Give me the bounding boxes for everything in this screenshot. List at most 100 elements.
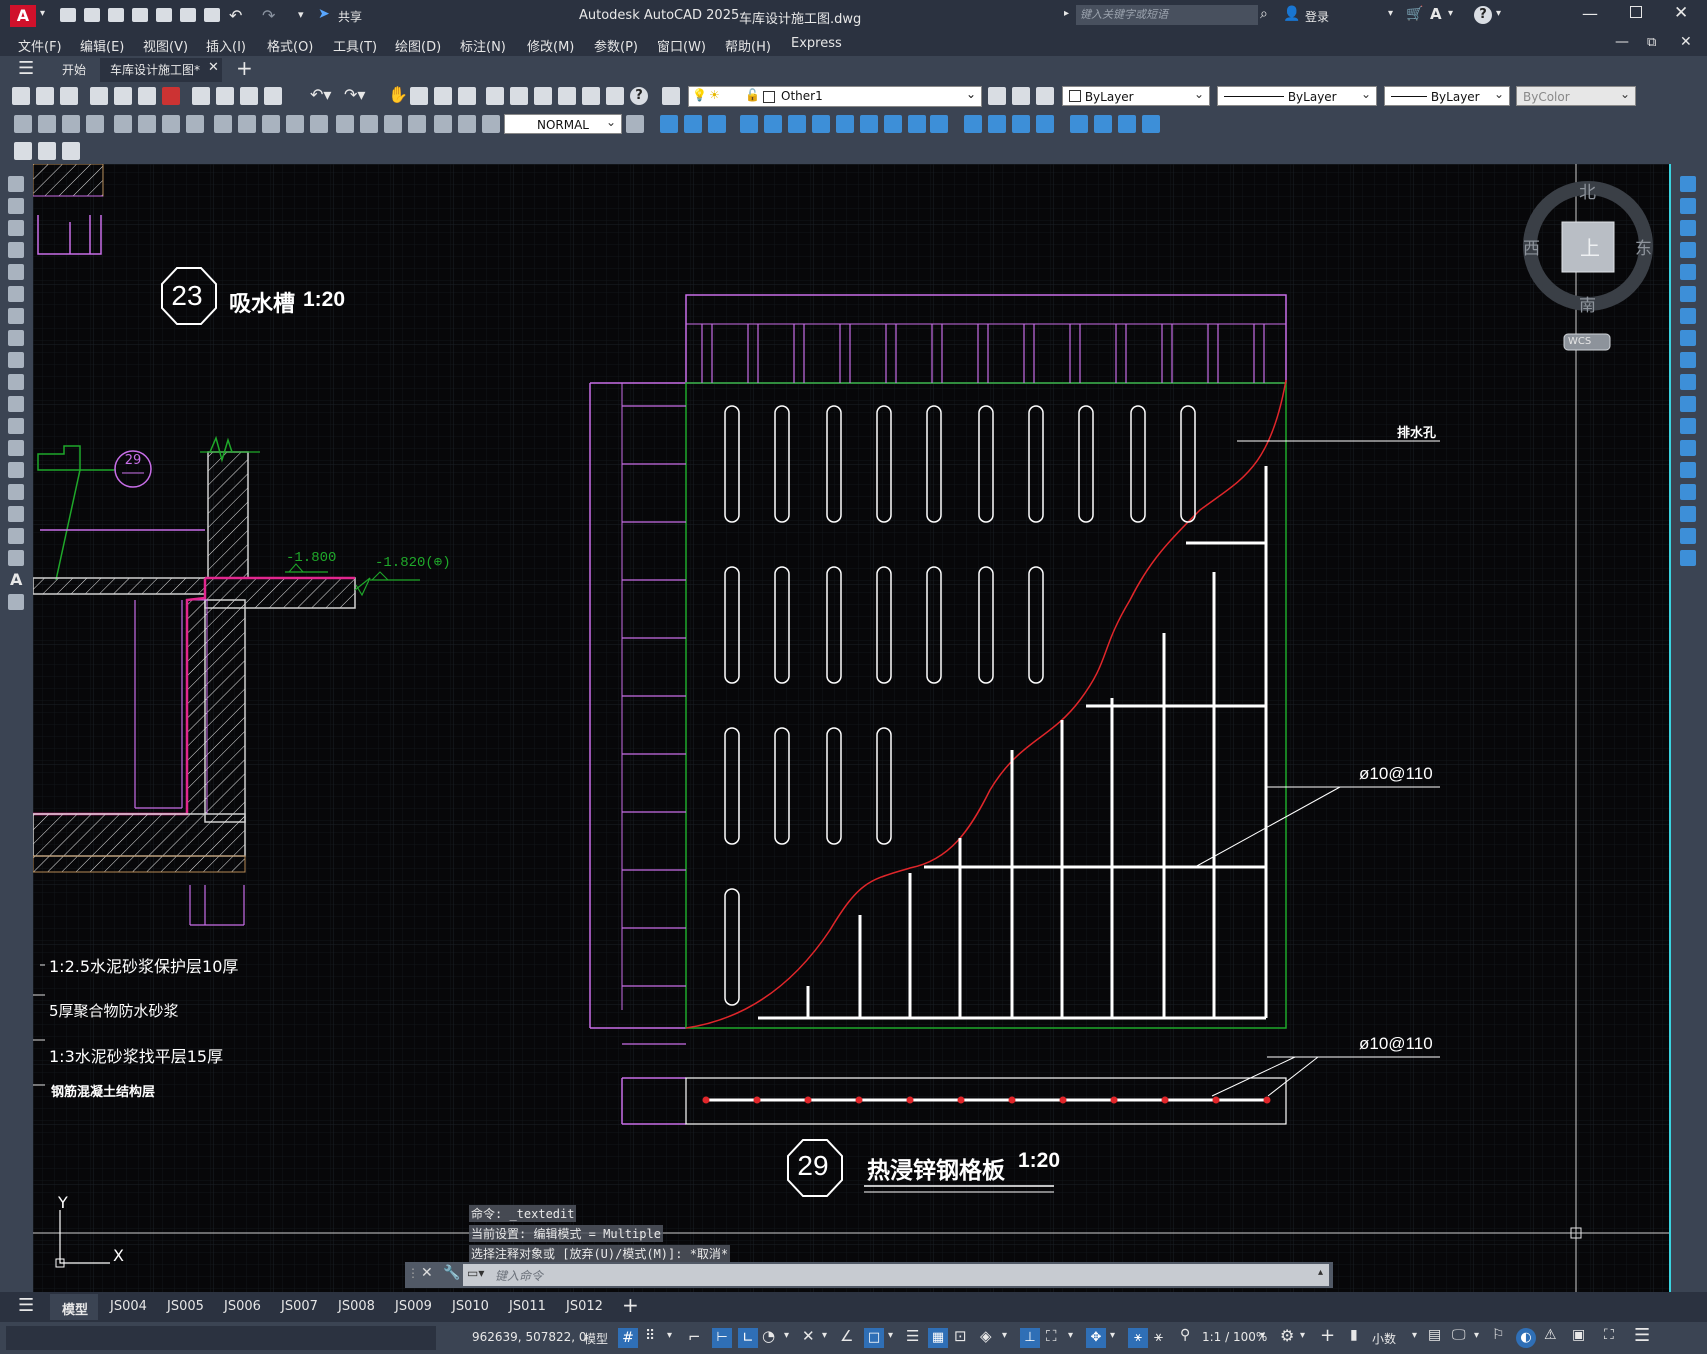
- dynamic-ucs-icon[interactable]: ⊥: [1020, 1328, 1040, 1348]
- view-top-icon[interactable]: [964, 115, 982, 133]
- spline-icon[interactable]: [8, 352, 24, 368]
- autoscale-icon[interactable]: ⚹: [1154, 1327, 1163, 1345]
- open-file-icon[interactable]: [84, 8, 100, 22]
- quick-dim-icon[interactable]: [214, 115, 232, 133]
- viewcube-top-label[interactable]: 上: [1580, 232, 1600, 261]
- redo-icon[interactable]: ↷: [262, 6, 275, 25]
- chamfer-icon[interactable]: [1680, 484, 1696, 500]
- object-snap-icon[interactable]: □: [864, 1328, 884, 1348]
- help-chevron-icon[interactable]: ▾: [1496, 8, 1501, 19]
- save-web-icon[interactable]: [180, 8, 196, 22]
- layer-dropdown[interactable]: 💡 ☀ 🔓 Other1 ⌄: [688, 86, 982, 107]
- dynamic-input-icon[interactable]: ⊢: [712, 1328, 732, 1348]
- dim-angular-icon[interactable]: [186, 115, 204, 133]
- ucs-view-icon[interactable]: [764, 115, 782, 133]
- menu-file[interactable]: 文件(F): [18, 36, 62, 55]
- view-bottom-icon[interactable]: [988, 115, 1006, 133]
- minimize-button[interactable]: —: [1582, 4, 1598, 23]
- object-snap-tracking-icon[interactable]: ∠: [840, 1327, 853, 1345]
- explode-icon[interactable]: [1680, 550, 1696, 566]
- customization-icon[interactable]: ☰: [1634, 1325, 1650, 1346]
- menu-parametric[interactable]: 参数(P): [594, 36, 638, 55]
- insert-block-icon[interactable]: [8, 418, 24, 434]
- menu-format[interactable]: 格式(O): [267, 36, 313, 55]
- menu-help[interactable]: 帮助(H): [725, 36, 771, 55]
- plot-toolbar-icon[interactable]: [90, 87, 108, 105]
- make-current-icon[interactable]: [988, 87, 1006, 105]
- qsave-icon[interactable]: [60, 87, 78, 105]
- layout-tab-js008[interactable]: JS008: [338, 1299, 375, 1314]
- break-at-point-icon[interactable]: [1680, 418, 1696, 434]
- model-space-toggle[interactable]: 模型: [584, 1330, 608, 1347]
- lock-ui-chevron-icon[interactable]: ▾: [1474, 1330, 1479, 1341]
- dim-update-icon[interactable]: [482, 115, 500, 133]
- annotation-scale-value[interactable]: 1:1 / 100%: [1202, 1330, 1267, 1344]
- annotation-scale-chevron-icon[interactable]: ▾: [1260, 1330, 1265, 1341]
- close-button[interactable]: ✕: [1674, 3, 1688, 23]
- tab-start[interactable]: 开始: [62, 61, 86, 78]
- zoom-previous-icon[interactable]: [458, 87, 476, 105]
- new-file-icon[interactable]: [60, 8, 76, 22]
- ucs-apply-icon[interactable]: [930, 115, 948, 133]
- login-button[interactable]: 登录: [1305, 8, 1329, 25]
- maximize-button[interactable]: [1630, 6, 1642, 18]
- stretch-icon[interactable]: [1680, 352, 1696, 368]
- ortho-mode-icon[interactable]: ∟: [738, 1328, 758, 1348]
- doc-restore-button[interactable]: ⧉: [1647, 35, 1656, 50]
- viewcube-west[interactable]: 西: [1523, 234, 1540, 259]
- search-input[interactable]: 键入关键字或短语: [1076, 5, 1258, 25]
- layout-tab-js011[interactable]: JS011: [509, 1299, 546, 1314]
- redo-toolbar-icon[interactable]: ↷▾: [344, 85, 365, 104]
- ucs-world-icon[interactable]: [660, 115, 678, 133]
- ucs-y-icon[interactable]: [884, 115, 902, 133]
- add-selected-icon[interactable]: [8, 594, 24, 610]
- drawing-svg[interactable]: [33, 164, 1669, 1292]
- selection-cycling-icon[interactable]: ⊡: [954, 1327, 967, 1345]
- multiline-text-icon[interactable]: A: [10, 570, 22, 589]
- dim-jogged-icon[interactable]: [138, 115, 156, 133]
- annotation-monitor-icon[interactable]: +: [1320, 1325, 1335, 1346]
- units-icon[interactable]: ▮: [1350, 1327, 1358, 1343]
- infer-constraints-icon[interactable]: ⌐: [688, 1328, 701, 1346]
- point-icon[interactable]: [8, 462, 24, 478]
- dim-text-edit-icon[interactable]: [458, 115, 476, 133]
- zoom-realtime-icon[interactable]: [410, 87, 428, 105]
- autodesk-a-icon[interactable]: A: [1430, 5, 1442, 23]
- dim-aligned-icon[interactable]: [38, 115, 56, 133]
- customize-qat-icon[interactable]: ▾: [298, 8, 304, 21]
- user-icon[interactable]: 👤: [1283, 6, 1300, 22]
- menu-insert[interactable]: 插入(I): [206, 36, 246, 55]
- save-icon[interactable]: [108, 8, 124, 22]
- layout-menu-icon[interactable]: ☰: [18, 1295, 34, 1316]
- view-front-icon[interactable]: [1070, 115, 1088, 133]
- grid-toggle-icon[interactable]: #: [618, 1328, 638, 1348]
- view-se-icon[interactable]: [1142, 115, 1160, 133]
- lock-ui-icon[interactable]: 🖵: [1452, 1327, 1466, 1343]
- open-icon[interactable]: [36, 87, 54, 105]
- inspection-icon[interactable]: [384, 115, 402, 133]
- menu-tools[interactable]: 工具(T): [333, 36, 377, 55]
- offset-icon[interactable]: [1680, 242, 1696, 258]
- block-editor-icon[interactable]: [14, 142, 32, 160]
- save-as-icon[interactable]: [132, 8, 148, 22]
- revcloud-icon[interactable]: [8, 330, 24, 346]
- menu-view[interactable]: 视图(V): [143, 36, 188, 55]
- dim-style-manager-icon[interactable]: [626, 115, 644, 133]
- object-snap-chevron-icon[interactable]: ▾: [888, 1330, 893, 1341]
- plot-icon[interactable]: [204, 8, 220, 22]
- lineweight-dropdown[interactable]: ByLayer: [1384, 84, 1510, 106]
- color-dropdown[interactable]: ByLayer: [1062, 84, 1210, 106]
- plotstyle-dropdown[interactable]: ByColor: [1516, 84, 1636, 106]
- layer-properties-icon[interactable]: [662, 87, 680, 105]
- rotate-icon[interactable]: [1680, 308, 1696, 324]
- dim-diameter-icon[interactable]: [162, 115, 180, 133]
- cursor-coordinates[interactable]: 962639, 507822, 0: [472, 1330, 587, 1344]
- dim-arc-icon[interactable]: [62, 115, 80, 133]
- annotation-visibility-icon[interactable]: ⚹: [1128, 1328, 1148, 1348]
- line-icon[interactable]: [8, 176, 24, 192]
- view-left-icon[interactable]: [1012, 115, 1030, 133]
- app-menu-chevron-icon[interactable]: ▾: [40, 8, 45, 19]
- command-expand-icon[interactable]: ▴: [1318, 1267, 1323, 1278]
- layout-tab-js007[interactable]: JS007: [281, 1299, 318, 1314]
- blend-curves-icon[interactable]: [1680, 528, 1696, 544]
